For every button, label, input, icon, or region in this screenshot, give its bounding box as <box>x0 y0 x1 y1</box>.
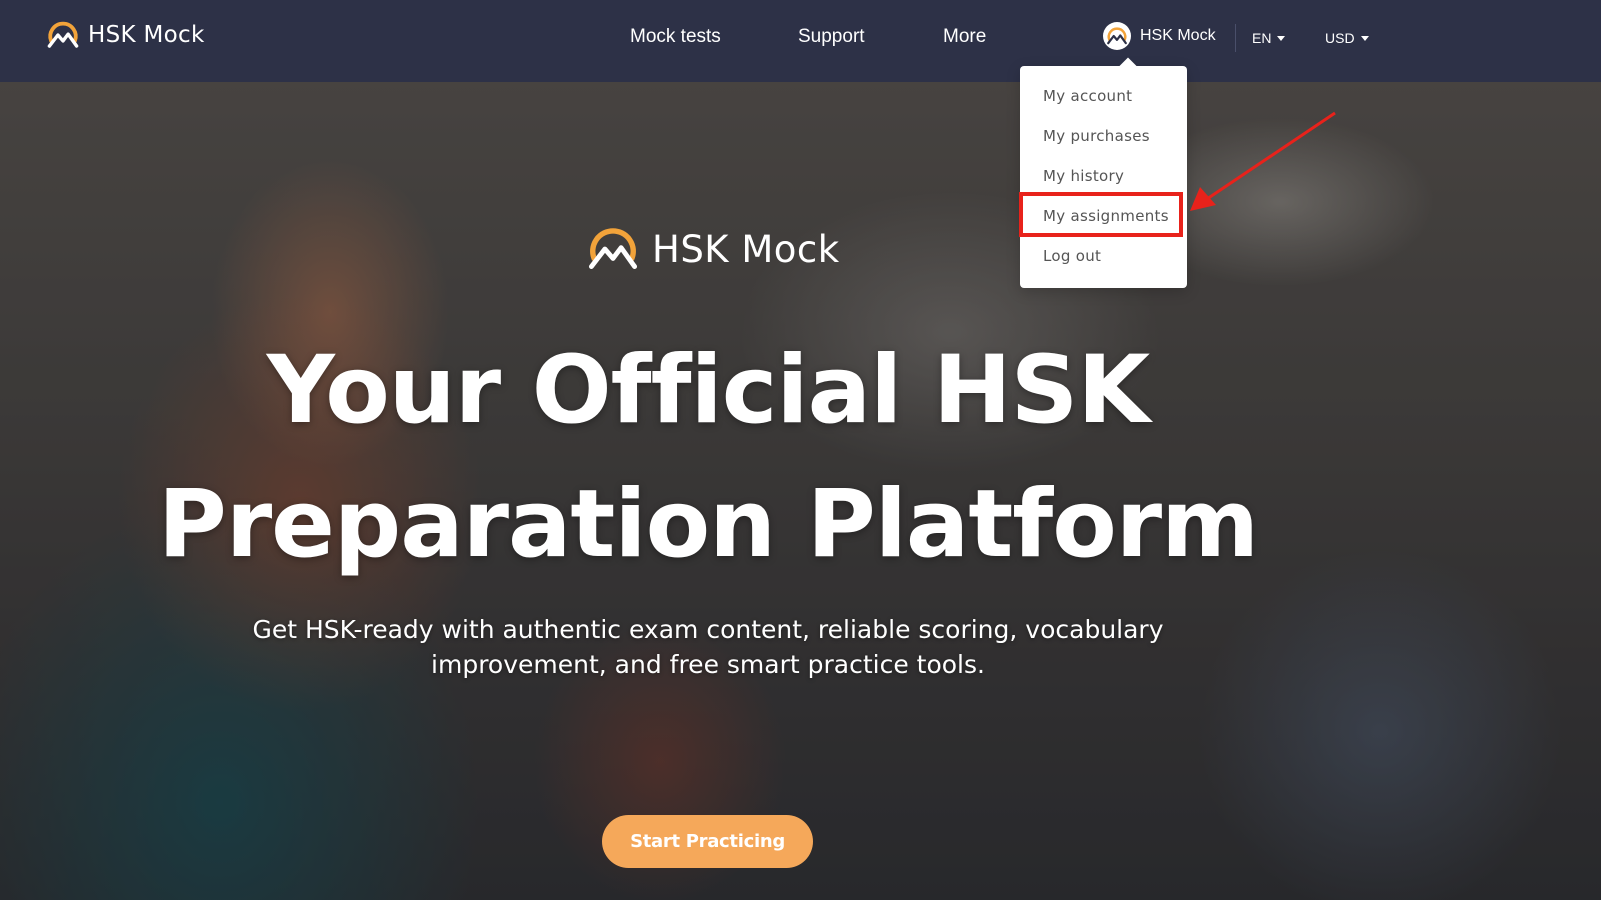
brand-name: HSK Mock <box>88 22 205 48</box>
menu-item-log-out[interactable]: Log out <box>1020 236 1187 276</box>
nav-support[interactable]: Support <box>798 26 865 48</box>
hero-logo-text: HSK Mock <box>652 227 840 271</box>
hero-subtitle-line1: Get HSK-ready with authentic exam conten… <box>252 615 1164 644</box>
hero-title-line1: Your Official HSK <box>266 336 1150 445</box>
hero-title: Your Official HSK Preparation Platform <box>0 324 1416 592</box>
menu-item-my-purchases[interactable]: My purchases <box>1020 116 1187 156</box>
language-select[interactable]: EN <box>1252 30 1286 46</box>
menu-item-my-assignments[interactable]: My assignments <box>1020 196 1187 236</box>
language-value: EN <box>1252 30 1272 46</box>
nav-mock-tests[interactable]: Mock tests <box>630 26 721 48</box>
menu-item-my-history[interactable]: My history <box>1020 156 1187 196</box>
user-dropdown-menu: My account My purchases My history My as… <box>1020 66 1187 288</box>
hsk-logo-icon <box>47 21 79 48</box>
hero-logo: HSK Mock <box>586 222 840 276</box>
hero-subtitle: Get HSK-ready with authentic exam conten… <box>200 612 1216 682</box>
hero-section: HSK Mock Your Official HSK Preparation P… <box>0 82 1601 900</box>
user-name: HSK Mock <box>1140 27 1216 44</box>
currency-select[interactable]: USD <box>1325 30 1369 46</box>
start-practicing-button[interactable]: Start Practicing <box>602 815 813 868</box>
menu-item-my-account[interactable]: My account <box>1020 76 1187 116</box>
brand-logo-link[interactable]: HSK Mock <box>46 18 205 52</box>
user-menu-toggle[interactable]: HSK Mock <box>1103 22 1216 50</box>
avatar-icon <box>1103 22 1131 50</box>
top-navigation: HSK Mock Mock tests Support More HSK Moc… <box>0 0 1601 82</box>
hero-title-line2: Preparation Platform <box>157 470 1259 579</box>
nav-divider <box>1235 24 1236 52</box>
currency-value: USD <box>1325 30 1355 46</box>
hsk-logo-icon <box>588 228 638 269</box>
caret-down-icon <box>1360 35 1369 41</box>
caret-down-icon <box>1277 35 1286 41</box>
hero-subtitle-line2: improvement, and free smart practice too… <box>431 650 985 679</box>
nav-more[interactable]: More <box>943 26 986 48</box>
